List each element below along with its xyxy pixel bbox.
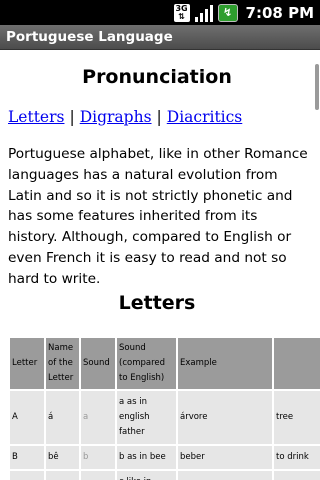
table-cell: B — [10, 446, 44, 469]
status-time: 7:08 PM — [245, 3, 314, 22]
letters-table: Letter Name of the Letter Sound Sound (c… — [8, 336, 320, 480]
table-cell: b as in bee — [117, 446, 176, 469]
nav-separator: | — [156, 108, 162, 126]
table-cell: á — [46, 391, 79, 444]
table-cell — [81, 471, 115, 480]
column-header: Sound — [81, 338, 115, 389]
status-bar: 3G ⇅ ↯ 7:08 PM — [0, 0, 320, 25]
signal-strength-icon — [194, 4, 213, 22]
nav-link-diacritics[interactable]: Diacritics — [167, 108, 243, 126]
nav-link-digraphs[interactable]: Digraphs — [80, 108, 152, 126]
table-row: c like in — [10, 471, 320, 480]
table-cell: tree — [274, 391, 320, 444]
table-cell: A — [10, 391, 44, 444]
table-cell: c like in — [117, 471, 176, 480]
table-cell: a — [81, 391, 115, 444]
column-header: Example — [178, 338, 272, 389]
column-header: Sound (compared to English) — [117, 338, 176, 389]
column-header: Name of the Letter — [46, 338, 79, 389]
table-cell: árvore — [178, 391, 272, 444]
table-row: A á a a as in english father árvore tree — [10, 391, 320, 444]
table-cell — [178, 471, 272, 480]
nav-separator: | — [69, 108, 75, 126]
data-arrows-icon: ⇅ — [178, 11, 185, 21]
scrollbar-thumb[interactable] — [315, 64, 319, 110]
letters-heading: Letters — [118, 292, 196, 314]
intro-paragraph: Portuguese alphabet, like in other Roman… — [8, 146, 308, 287]
battery-charging-icon: ↯ — [217, 3, 238, 22]
page-heading: Pronunciation — [82, 66, 232, 88]
content-area[interactable]: Pronunciation Letters | Digraphs | Diacritic… — [0, 50, 320, 480]
column-header — [274, 338, 320, 389]
network-3g-icon: 3G ⇅ — [173, 3, 190, 22]
table-cell: a as in english father — [117, 391, 176, 444]
column-header: Letter — [10, 338, 44, 389]
table-cell: beber — [178, 446, 272, 469]
table-cell: bê — [46, 446, 79, 469]
table-header-row: Letter Name of the Letter Sound Sound (c… — [10, 338, 320, 389]
table-cell — [46, 471, 79, 480]
table-cell: b — [81, 446, 115, 469]
table-cell — [274, 471, 320, 480]
table-cell — [10, 471, 44, 480]
section-nav: Letters | Digraphs | Diacritics — [8, 108, 242, 126]
nav-link-letters[interactable]: Letters — [8, 108, 64, 126]
table-row: B bê b b as in bee beber to drink — [10, 446, 320, 469]
app-title-bar: Portuguese Language — [0, 25, 320, 50]
table-cell: to drink — [274, 446, 320, 469]
app-title: Portuguese Language — [6, 29, 173, 45]
